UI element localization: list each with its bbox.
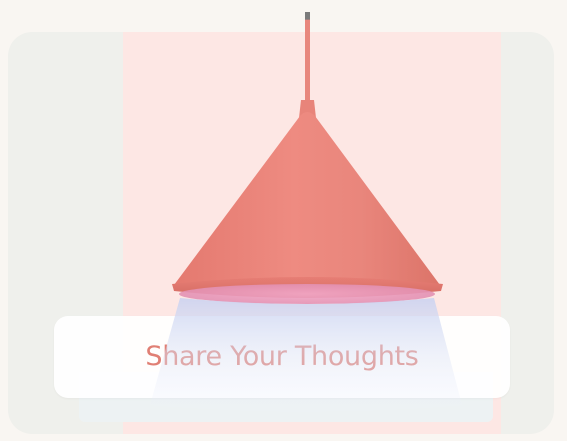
share-thoughts-label: Share Your Thoughts bbox=[145, 340, 419, 372]
share-thoughts-button[interactable]: Share Your Thoughts bbox=[54, 316, 510, 398]
